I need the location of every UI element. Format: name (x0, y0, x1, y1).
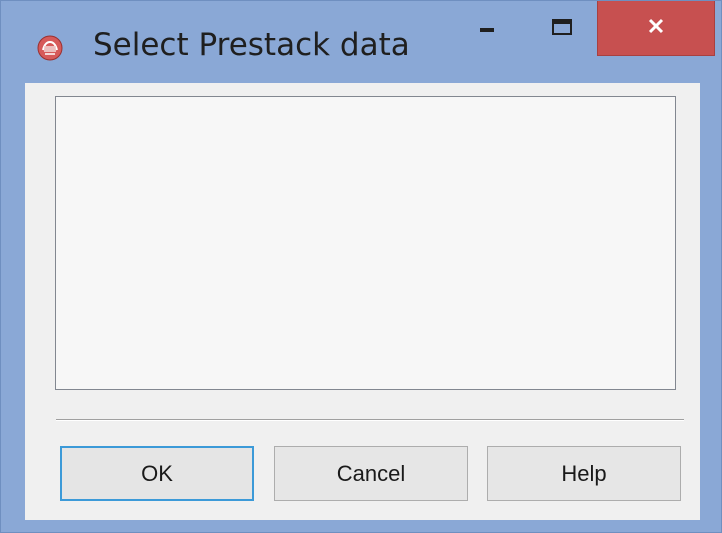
help-button[interactable]: Help (487, 446, 681, 501)
prestack-data-list[interactable] (55, 96, 676, 390)
window-title: Select Prestack data (93, 27, 410, 63)
close-icon (646, 16, 666, 41)
cancel-button[interactable]: Cancel (274, 446, 468, 501)
title-bar[interactable]: Select Prestack data (1, 1, 721, 83)
dialog-window: Select Prestack data OK Cancel Help (0, 0, 722, 533)
minimize-button[interactable] (458, 1, 518, 57)
ok-button[interactable]: OK (60, 446, 254, 501)
maximize-button[interactable] (529, 1, 595, 57)
close-button[interactable] (597, 1, 715, 56)
maximize-icon (551, 18, 573, 41)
separator-line (56, 419, 684, 421)
dialog-client-area: OK Cancel Help (25, 83, 700, 520)
minimize-icon (478, 20, 498, 38)
app-icon[interactable] (37, 35, 63, 61)
